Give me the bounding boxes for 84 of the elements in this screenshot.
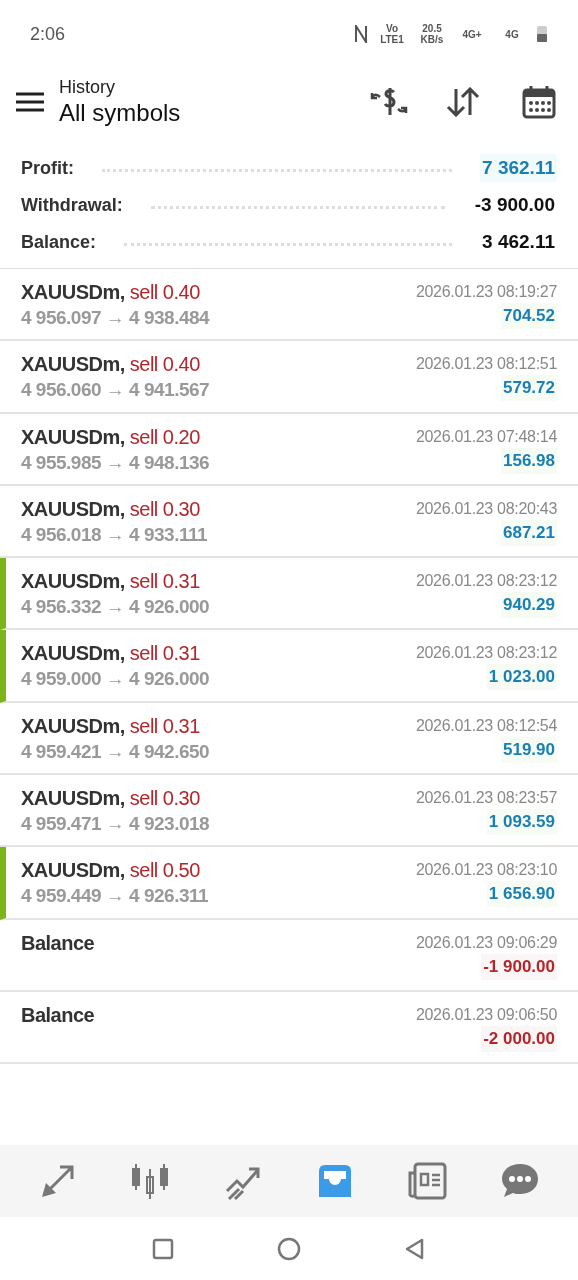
order-type: sell 0.31	[129, 641, 200, 667]
deal-time: 2026.01.23 08:12:51	[415, 354, 557, 375]
profit-value: 519.90	[501, 736, 557, 763]
price-range: 4 956.018 → 4 933.111	[21, 522, 208, 547]
symbol-label: XAUUSDm,	[21, 713, 125, 739]
deal-time: 2026.01.23 07:48:14	[415, 426, 557, 447]
deal-row[interactable]: XAUUSDm, sell 0.50 4 959.449 → 4 926.311 2026.01.23 08:23:10 1 656.90	[0, 847, 578, 920]
summary-value: 3 462.11	[481, 229, 556, 254]
symbol-label: XAUUSDm,	[21, 569, 125, 595]
screen-subtitle: All symbols	[59, 98, 182, 128]
symbol-label: XAUUSDm,	[21, 641, 125, 667]
price-range: 4 959.449 → 4 926.311	[21, 884, 210, 909]
profit-value: -1 900.00	[481, 953, 557, 980]
order-type: sell 0.40	[129, 352, 200, 378]
deal-time: 2026.01.23 08:23:10	[415, 860, 557, 881]
deal-time: 2026.01.23 08:19:27	[415, 282, 557, 302]
symbol-label: Balance	[21, 1002, 95, 1028]
profit-value: 704.52	[501, 303, 557, 329]
status-time: 2:06	[30, 22, 66, 46]
price-range: 4 956.097 → 4 938.484	[21, 306, 211, 330]
summary-value: -3 900.00	[473, 192, 556, 217]
deal-row[interactable]: Balance 2026.01.23 09:06:50 -2 000.00	[0, 991, 578, 1065]
order-type: sell 0.30	[129, 786, 200, 812]
symbol-label: XAUUSDm,	[21, 424, 125, 450]
deal-time: 2026.01.23 08:12:54	[415, 715, 557, 736]
deal-row[interactable]: XAUUSDm, sell 0.31 4 959.000 → 4 926.000 2026.01.23 08:23:12 1 023.00	[0, 630, 578, 703]
status-indicator: 20.5 KB/s	[419, 23, 445, 45]
deal-time: 2026.01.23 08:20:43	[415, 498, 557, 519]
sort-icon[interactable]	[446, 87, 480, 117]
menu-icon[interactable]	[16, 92, 44, 112]
profit-value: 1 023.00	[486, 664, 557, 691]
symbol-label: XAUUSDm,	[21, 280, 125, 305]
symbol-label: Balance	[21, 930, 95, 956]
order-type: sell 0.31	[129, 569, 200, 595]
order-type: sell 0.20	[129, 424, 200, 450]
deal-time: 2026.01.23 08:23:57	[415, 788, 557, 809]
recent-apps-icon[interactable]	[151, 1237, 174, 1260]
profit-value: 940.29	[501, 592, 557, 619]
price-range: 4 955.985 → 4 948.136	[21, 450, 211, 475]
price-range: 4 956.060 → 4 941.567	[21, 378, 211, 403]
order-type: sell 0.40	[129, 280, 200, 305]
order-type: sell 0.31	[129, 713, 200, 739]
screen-title: History	[59, 76, 116, 98]
status-indicator: 4G+	[461, 28, 483, 40]
price-range: 4 959.000 → 4 926.000	[21, 667, 211, 692]
deal-row[interactable]: Balance 2026.01.23 09:06:29 -1 900.00	[0, 919, 578, 992]
deal-row[interactable]: XAUUSDm, sell 0.30 4 959.471 → 4 923.018 2026.01.23 08:23:57 1 093.59	[0, 775, 578, 848]
symbol-label: XAUUSDm,	[21, 496, 125, 522]
profit-value: 1 093.59	[486, 809, 557, 836]
symbol-label: XAUUSDm,	[21, 352, 125, 378]
deal-time: 2026.01.23 08:23:12	[415, 571, 557, 592]
deal-time: 2026.01.23 08:23:12	[415, 643, 557, 664]
deal-row[interactable]: XAUUSDm, sell 0.31 4 959.421 → 4 942.650 2026.01.23 08:12:54 519.90	[0, 702, 578, 776]
deal-row[interactable]: XAUUSDm, sell 0.31 4 956.332 → 4 926.000 2026.01.23 08:23:12 940.29	[0, 558, 578, 631]
symbol-label: XAUUSDm,	[21, 786, 125, 812]
battery-icon	[536, 25, 548, 43]
profit-value: -2 000.00	[481, 1025, 557, 1052]
home-icon[interactable]	[277, 1236, 301, 1261]
summary-label: Balance:	[21, 230, 97, 254]
calendar-icon[interactable]	[522, 85, 556, 119]
newspaper-icon[interactable]	[407, 1161, 448, 1201]
profit-value: 687.21	[501, 519, 557, 546]
status-indicator: Vo LTE1	[379, 23, 405, 45]
price-range: 4 959.471 → 4 923.018	[21, 812, 211, 837]
summary-value: 7 362.11	[480, 153, 557, 183]
deal-row[interactable]: XAUUSDm, sell 0.30 4 956.018 → 4 933.111 2026.01.23 08:20:43 687.21	[0, 485, 578, 559]
profit-value: 579.72	[501, 375, 557, 402]
summary-label: Profit:	[21, 156, 74, 180]
symbol-label: XAUUSDm,	[21, 858, 125, 884]
price-range: 4 956.332 → 4 926.000	[21, 595, 211, 620]
profit-value: 1 656.90	[486, 881, 557, 908]
candlestick-icon[interactable]	[130, 1161, 171, 1201]
deal-time: 2026.01.23 09:06:29	[415, 932, 557, 953]
summary-label: Withdrawal:	[21, 193, 123, 217]
deal-row[interactable]: XAUUSDm, sell 0.40 4 956.060 → 4 941.567 2026.01.23 08:12:51 579.72	[0, 341, 578, 414]
order-type: sell 0.50	[129, 858, 200, 884]
price-range: 4 959.421 → 4 942.650	[21, 739, 211, 764]
deal-time: 2026.01.23 09:06:50	[415, 1004, 557, 1025]
status-indicator: 4G	[504, 28, 520, 40]
nfc-icon	[354, 25, 368, 43]
deal-row[interactable]: XAUUSDm, sell 0.20 4 955.985 → 4 948.136 2026.01.23 07:48:14 156.98	[0, 413, 578, 486]
profit-value: 156.98	[501, 447, 557, 474]
order-type: sell 0.30	[129, 496, 200, 522]
deal-row[interactable]: XAUUSDm, sell 0.40 4 956.097 → 4 938.484 2026.01.23 08:19:27 704.52	[0, 269, 578, 342]
